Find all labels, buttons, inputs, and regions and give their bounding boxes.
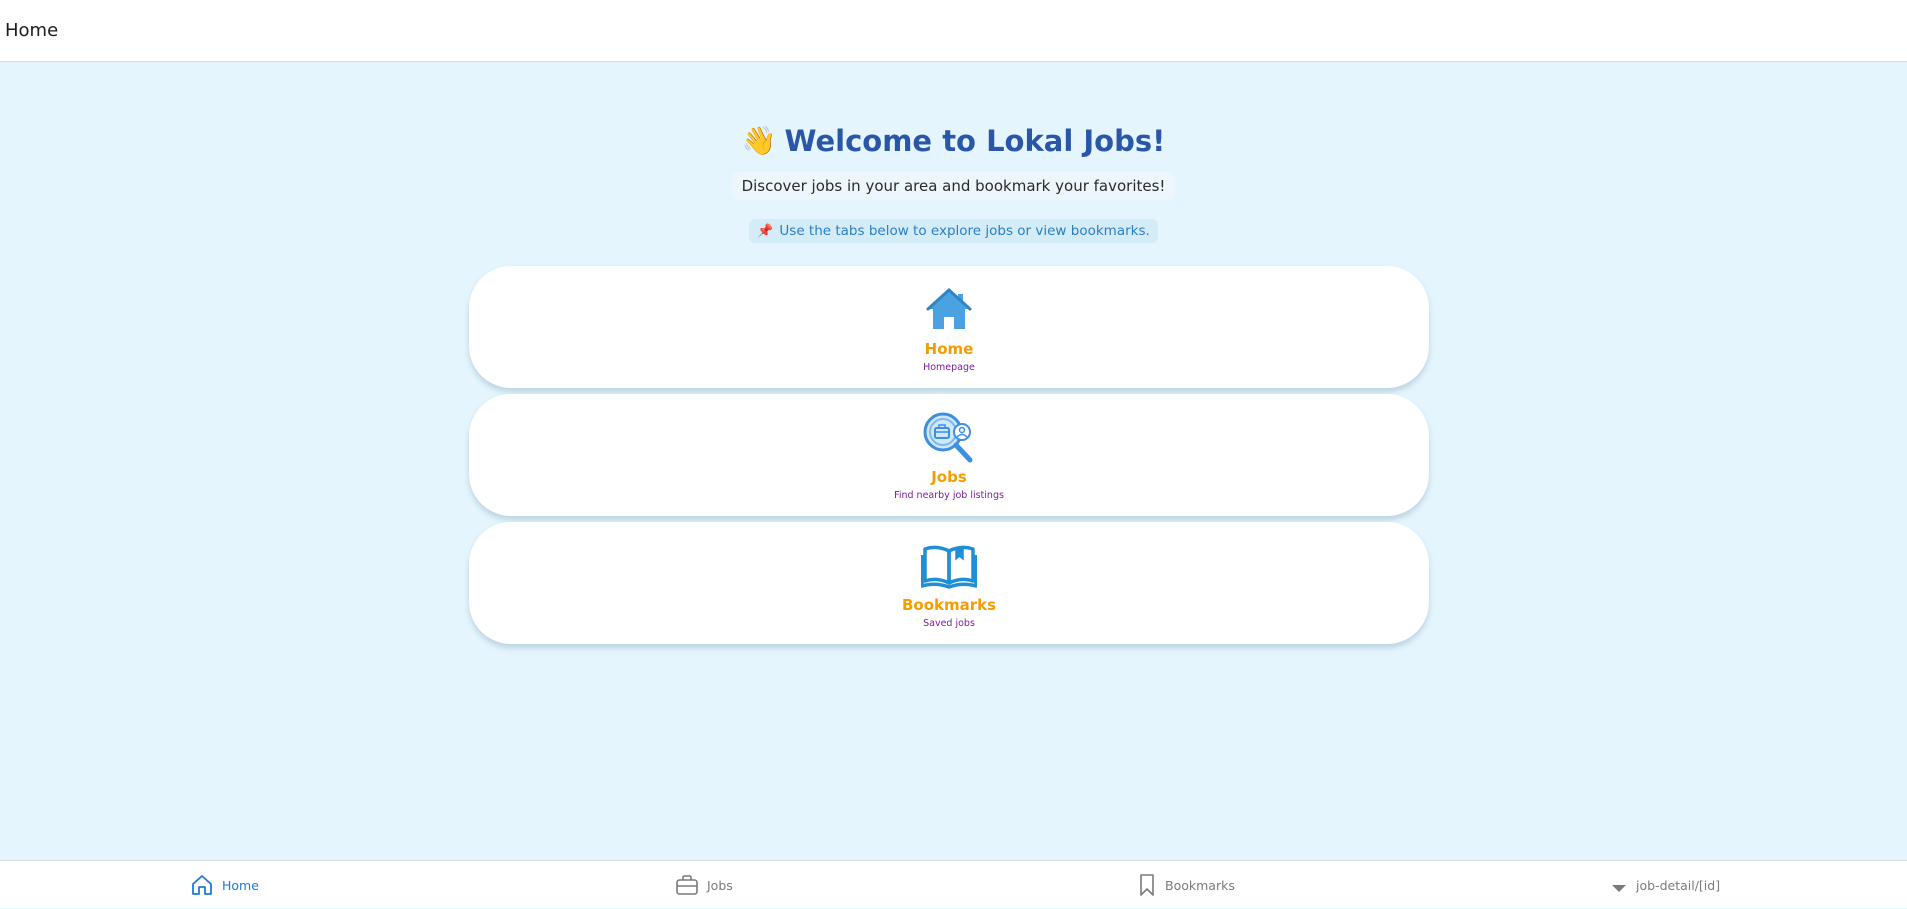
briefcase-icon: [676, 875, 698, 895]
tab-label: Jobs: [707, 877, 733, 893]
welcome-title: Welcome to Lokal Jobs!: [784, 124, 1166, 158]
app-header: Home: [0, 0, 1907, 62]
card-title: Bookmarks: [901, 595, 997, 614]
welcome-subtitle: Discover jobs in your area and bookmark …: [731, 172, 1176, 200]
job-search-icon: [921, 410, 977, 466]
open-book-icon: [921, 538, 977, 594]
tip-text: Use the tabs below to explore jobs or vi…: [779, 223, 1150, 239]
tab-label: job-detail/[id]: [1636, 877, 1721, 893]
header-title: Home: [5, 20, 59, 41]
navigation-cards: Home Homepage Jobs Find nearby job listi…: [469, 266, 1429, 650]
tab-label: Home: [222, 877, 259, 893]
tab-label: Bookmarks: [1165, 877, 1235, 893]
bookmarks-card[interactable]: Bookmarks Saved jobs: [469, 522, 1429, 644]
tab-home[interactable]: Home: [190, 861, 259, 909]
card-subtitle: Saved jobs: [923, 617, 975, 629]
tip-banner: 📌 Use the tabs below to explore jobs or …: [749, 219, 1158, 243]
home-card[interactable]: Home Homepage: [469, 266, 1429, 388]
jobs-card[interactable]: Jobs Find nearby job listings: [469, 394, 1429, 516]
house-icon: [921, 282, 977, 338]
card-subtitle: Homepage: [923, 361, 975, 373]
bottom-tab-bar: Home Jobs Bookmarks job-detail/[id]: [0, 860, 1907, 908]
card-title: Home: [924, 339, 974, 358]
home-icon: [192, 875, 212, 895]
main-content: 👋 Welcome to Lokal Jobs! Discover jobs i…: [0, 62, 1907, 860]
caret-down-icon: [1612, 885, 1626, 892]
waving-hand-icon: 👋: [741, 124, 777, 157]
card-subtitle: Find nearby job listings: [894, 489, 1004, 501]
tab-jobs[interactable]: Jobs: [675, 861, 733, 909]
tab-bookmarks[interactable]: Bookmarks: [1137, 861, 1235, 909]
welcome-heading: 👋 Welcome to Lokal Jobs!: [0, 124, 1907, 158]
tab-job-detail[interactable]: job-detail/[id]: [1610, 861, 1720, 909]
pushpin-icon: 📌: [757, 223, 774, 239]
card-title: Jobs: [931, 467, 967, 486]
bookmark-icon: [1140, 874, 1154, 896]
